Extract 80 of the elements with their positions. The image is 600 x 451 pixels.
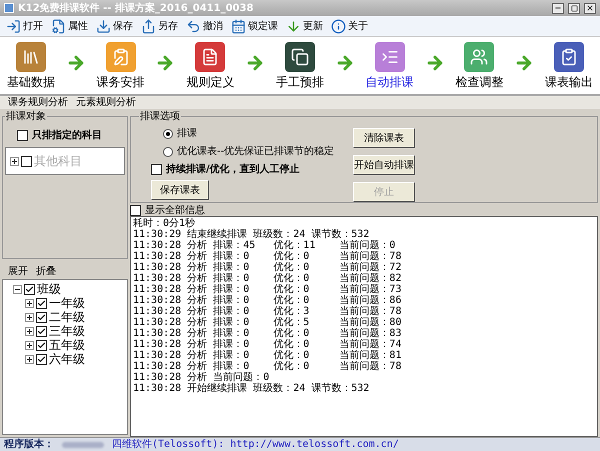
log-line: 11:30:28 分析 排课：0 优化：0 当前问题：74 xyxy=(133,339,402,350)
radio-label: 排课 xyxy=(177,126,197,141)
log-line: 11:30:28 分析 排课：0 优化：0 当前问题：86 xyxy=(133,295,402,306)
toolbar-button[interactable]: 属性 xyxy=(49,16,90,36)
log-line: 11:30:28 分析 排课：0 优化：3 当前问题：78 xyxy=(133,306,402,317)
log-line: 11:30:28 分析 排课：0 优化：0 当前问题：73 xyxy=(133,284,402,295)
tree-toolbar-button[interactable]: 折叠 xyxy=(36,264,56,278)
expand-icon[interactable] xyxy=(25,340,34,350)
log-line: 11:30:28 分析 排课：0 优化：0 当前问题：81 xyxy=(133,350,402,361)
open-icon xyxy=(6,18,21,34)
checkbox[interactable] xyxy=(130,204,141,216)
arrow-icon xyxy=(424,53,445,73)
version-label: 程序版本： xyxy=(4,437,54,451)
step-button[interactable]: 课表输出 xyxy=(538,42,600,91)
radio-button[interactable] xyxy=(163,146,173,156)
toolbar-button[interactable]: 撤消 xyxy=(184,16,225,36)
checkbox[interactable] xyxy=(36,326,47,336)
log-line: 11:30:28 分析 排课：0 优化：0 当前问题：72 xyxy=(133,262,402,273)
log-line: 11:30:28 分析 排课：0 优化：0 当前问题：83 xyxy=(133,328,402,339)
expand-icon[interactable] xyxy=(25,298,34,308)
step-button[interactable]: 手工预排 xyxy=(269,42,331,91)
toolbar-button[interactable]: 关于 xyxy=(329,16,370,36)
log-line: 11:30:28 分析 排课：0 优化：0 当前问题：78 xyxy=(133,251,402,262)
log-line: 耗时：0分1秒 xyxy=(133,218,196,229)
checkbox-label: 只排指定的科目 xyxy=(32,128,102,143)
checkbox[interactable] xyxy=(36,354,47,364)
arrow-icon xyxy=(334,53,355,73)
checkbox-label: 显示全部信息 xyxy=(145,204,205,218)
toolbar-button[interactable]: 保存 xyxy=(94,16,135,36)
save-icon xyxy=(96,18,111,34)
tab[interactable]: 元素规则分析 xyxy=(76,95,136,110)
checkbox[interactable] xyxy=(17,130,28,141)
expand-icon[interactable] xyxy=(10,156,19,166)
toolbar-button[interactable]: 锁定课 xyxy=(229,16,280,36)
radio-label: 优化课表--优先保证已排课节的稳定 xyxy=(177,144,334,159)
checkbox[interactable] xyxy=(36,340,47,350)
about-icon xyxy=(331,18,346,34)
collapse-icon[interactable] xyxy=(13,284,22,294)
log-line: 11:30:28 分析 排课：45 优化：11 当前问题：0 xyxy=(133,240,396,251)
log-line: 11:30:28 分析 排课：0 优化：0 当前问题：78 xyxy=(133,361,402,372)
expand-icon[interactable] xyxy=(25,312,34,322)
checkbox-label: 持续排课/优化，直到人工停止 xyxy=(166,162,300,177)
log-line: 11:30:28 分析 排课：0 优化：0 当前问题：82 xyxy=(133,273,402,284)
checkbox[interactable] xyxy=(151,164,162,175)
undo-icon xyxy=(186,18,201,34)
expand-icon[interactable] xyxy=(25,326,34,336)
group-title: 排课对象 xyxy=(5,110,47,124)
close-icon xyxy=(586,4,594,12)
website-link[interactable]: 四维软件(Telossoft): http://www.telossoft.com.cn/ xyxy=(112,437,399,451)
checkbox[interactable] xyxy=(24,284,35,294)
log-line: 11:30:28 分析 排课：0 优化：5 当前问题：80 xyxy=(133,317,402,328)
log-line: 11:30:28 开始继续排课 班级数：24 课节数：532 xyxy=(133,383,370,394)
maximize-icon xyxy=(570,4,578,12)
arrow-icon xyxy=(66,53,86,73)
push-button[interactable]: 清除课表 xyxy=(353,128,415,148)
checkbox[interactable] xyxy=(36,298,47,308)
blurred-version xyxy=(62,442,104,448)
toolbar-button[interactable]: 打开 xyxy=(4,16,45,36)
step-button[interactable]: 课务安排 xyxy=(90,42,152,91)
window-title: K12免费排课软件 -- 排课方案_2016_0411_0038 xyxy=(18,1,254,16)
checkbox[interactable] xyxy=(36,312,47,322)
step-button[interactable]: 基础数据 xyxy=(0,42,62,91)
expand-icon[interactable] xyxy=(25,354,34,364)
tab[interactable]: 课务规则分析 xyxy=(8,95,68,110)
minimize-button[interactable] xyxy=(552,2,564,14)
step-button[interactable]: 规则定义 xyxy=(179,42,242,91)
tree-toolbar-button[interactable]: 展开 xyxy=(8,264,28,278)
push-button[interactable]: 保存课表 xyxy=(151,180,209,200)
step-button[interactable]: 检查调整 xyxy=(448,42,510,91)
maximize-button[interactable] xyxy=(568,2,580,14)
radio-button[interactable] xyxy=(163,128,173,138)
log-line: 11:30:29 结束继续排课 班级数：24 课节数：532 xyxy=(133,229,370,240)
close-button[interactable] xyxy=(584,2,596,14)
group-title: 排课选项 xyxy=(139,110,181,124)
log-line: 11:30:28 分析 当前问题：0 xyxy=(133,372,270,383)
toolbar-button[interactable]: 另存 xyxy=(139,16,180,36)
push-button[interactable]: 开始自动排课 xyxy=(353,155,415,175)
app-icon xyxy=(4,3,14,13)
toolbar-button[interactable]: 更新 xyxy=(284,16,325,36)
step-button[interactable]: 自动排课 xyxy=(358,42,421,91)
